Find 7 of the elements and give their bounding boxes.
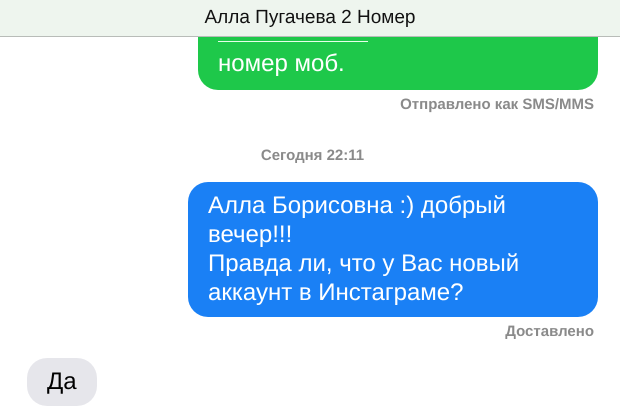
delivery-status: Отправлено как SMS/MMS — [400, 96, 594, 113]
received-message-bubble: Да — [27, 358, 97, 406]
sent-message-bubble: номер моб. — [198, 37, 598, 90]
delivery-status: Доставлено — [505, 323, 594, 340]
message-timestamp: Сегодня 22:11 — [260, 147, 364, 164]
sent-message-bubble: Алла Борисовна :) добрый вечер!!! Правда ли, что у Вас новый аккаунт в Инстаграме? — [188, 182, 598, 317]
conversation-title: Алла Пугачева 2 Номер — [204, 7, 416, 29]
